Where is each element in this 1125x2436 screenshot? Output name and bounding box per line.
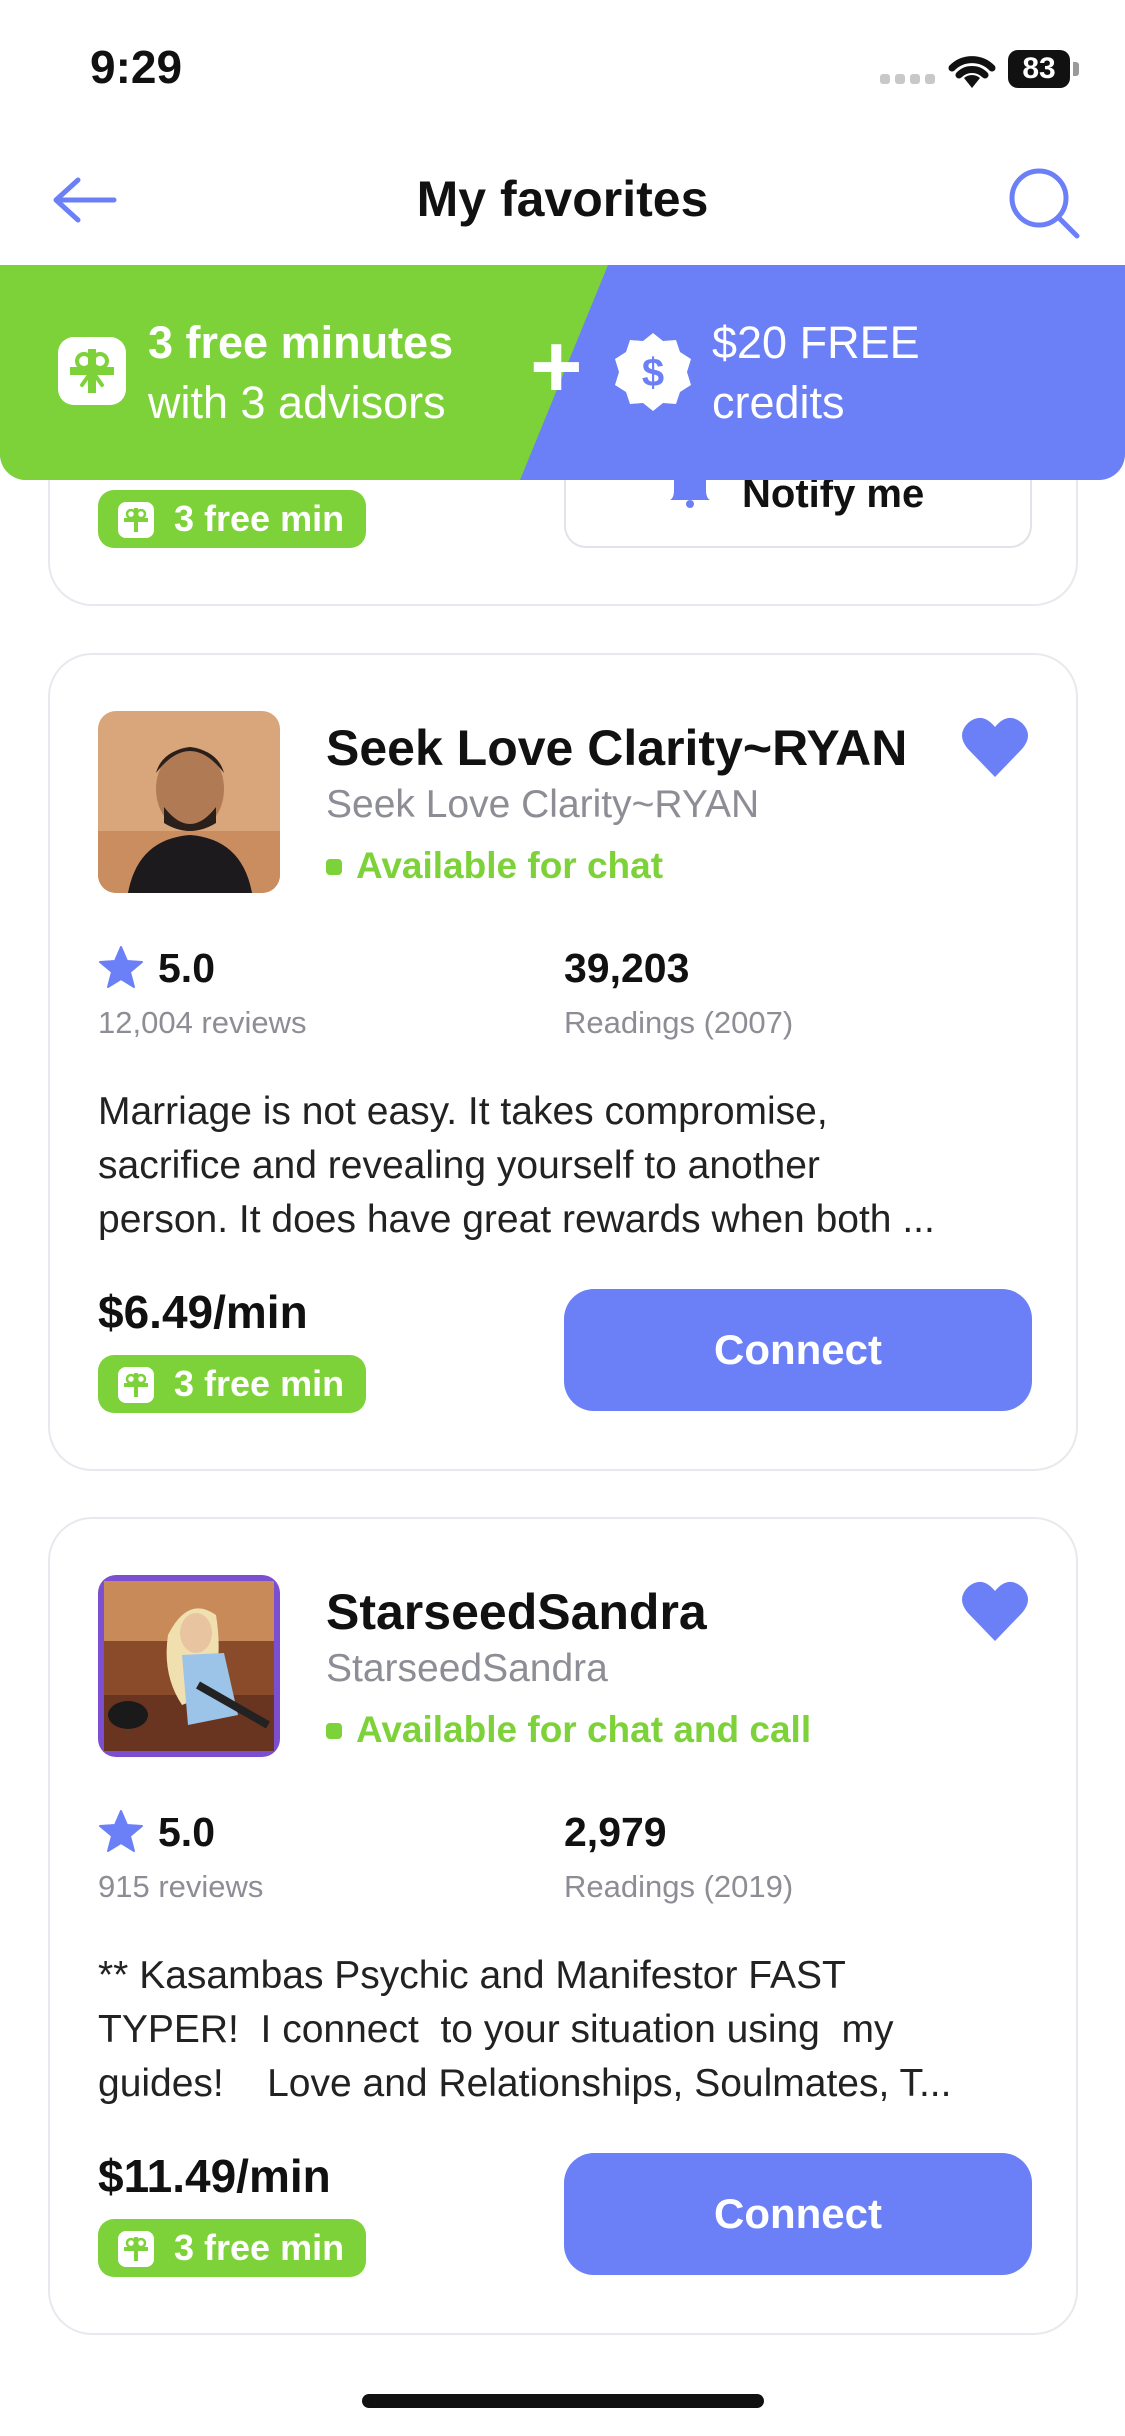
promo-left-line2: with 3 advisors: [148, 377, 446, 428]
promo-free-minutes-text: 3 free minutes with 3 advisors: [148, 313, 453, 433]
promo-left-line1: 3 free minutes: [148, 317, 454, 368]
online-dot-icon: [326, 1723, 342, 1739]
star-icon: [99, 946, 143, 988]
free-minutes-badge: 3 free min: [98, 1355, 367, 1413]
advisor-card[interactable]: Seek Love Clarity~RYAN Seek Love Clarity…: [48, 653, 1078, 1471]
free-minutes-label: 3 free min: [174, 498, 345, 539]
free-minutes-label: 3 free min: [174, 1363, 345, 1404]
star-icon: [99, 1810, 143, 1852]
advisor-avatar[interactable]: [98, 1575, 280, 1757]
availability-label: Available for chat: [356, 845, 664, 886]
wifi-icon: [948, 56, 996, 88]
description-line: TYPER! I connect to your situation using…: [98, 2008, 894, 2051]
advisor-avatar[interactable]: [98, 711, 280, 893]
advisor-name[interactable]: Seek Love Clarity~RYAN: [326, 719, 907, 777]
rating-value: 5.0: [158, 945, 215, 991]
availability-status: Available for chat: [326, 845, 663, 887]
connect-button[interactable]: Connect: [564, 2153, 1032, 2275]
review-count: 915 reviews: [98, 1869, 264, 1904]
navigation-bar: My favorites: [0, 140, 1125, 265]
bell-icon: [670, 478, 710, 508]
advisor-name[interactable]: StarseedSandra: [326, 1583, 707, 1641]
page-title: My favorites: [416, 171, 709, 227]
description-line: person. It does have great rewards when …: [98, 1198, 935, 1241]
promo-right-line1: $20 FREE: [712, 317, 920, 368]
svg-text:$: $: [642, 351, 664, 395]
status-time: 9:29: [90, 41, 183, 93]
dollar-badge-icon: $: [615, 333, 691, 411]
readings-label: Readings (2019): [564, 1869, 794, 1904]
price-per-minute: $6.49/min: [98, 1286, 308, 1338]
free-minutes-badge: 3 free min: [98, 2219, 367, 2277]
status-bar: 9:29 83: [0, 0, 1125, 140]
advisor-subtitle: StarseedSandra: [326, 1647, 608, 1690]
battery-level: 83: [1008, 50, 1070, 88]
gift-icon: [118, 2231, 154, 2267]
promo-banner[interactable]: 3 free minutes with 3 advisors + $ $20 F…: [0, 265, 1125, 480]
gift-icon: [58, 337, 126, 405]
home-indicator[interactable]: [362, 2394, 764, 2408]
free-minutes-badge: 3 free min: [98, 490, 367, 548]
cellular-signal-icon: [880, 74, 936, 86]
readings-label: Readings (2007): [564, 1005, 794, 1040]
gift-icon: [118, 502, 154, 538]
advisor-description: Marriage is not easy. It takes compromis…: [98, 1085, 1038, 1247]
readings-count: 39,203: [564, 945, 690, 991]
description-line: guides! Love and Relationships, Soulmate…: [98, 2062, 952, 2105]
promo-credits-text: $20 FREE credits: [712, 313, 920, 433]
review-count: 12,004 reviews: [98, 1005, 307, 1040]
availability-status: Available for chat and call: [326, 1709, 811, 1751]
readings-count: 2,979: [564, 1809, 667, 1855]
description-line: ** Kasambas Psychic and Manifestor FAST: [98, 1954, 846, 1997]
description-line: sacrifice and revealing yourself to anot…: [98, 1144, 820, 1187]
heart-icon[interactable]: [960, 715, 1030, 779]
search-icon[interactable]: [1003, 162, 1083, 242]
heart-icon[interactable]: [960, 1579, 1030, 1643]
plus-icon: +: [530, 317, 583, 417]
description-line: Marriage is not easy. It takes compromis…: [98, 1090, 828, 1133]
gift-icon: [118, 1367, 154, 1403]
advisor-card[interactable]: StarseedSandra StarseedSandra Available …: [48, 1517, 1078, 2335]
notify-me-button[interactable]: Notify me: [564, 472, 1032, 548]
advisor-subtitle: Seek Love Clarity~RYAN: [326, 783, 760, 826]
availability-label: Available for chat and call: [356, 1709, 812, 1750]
online-dot-icon: [326, 859, 342, 875]
free-minutes-label: 3 free min: [174, 2227, 345, 2268]
connect-button[interactable]: Connect: [564, 1289, 1032, 1411]
rating-value: 5.0: [158, 1809, 215, 1855]
advisor-description: ** Kasambas Psychic and Manifestor FAST …: [98, 1949, 1038, 2111]
price-per-minute: $11.49/min: [98, 2150, 331, 2202]
promo-right-line2: credits: [712, 377, 845, 428]
battery-icon: 83: [1008, 50, 1080, 88]
